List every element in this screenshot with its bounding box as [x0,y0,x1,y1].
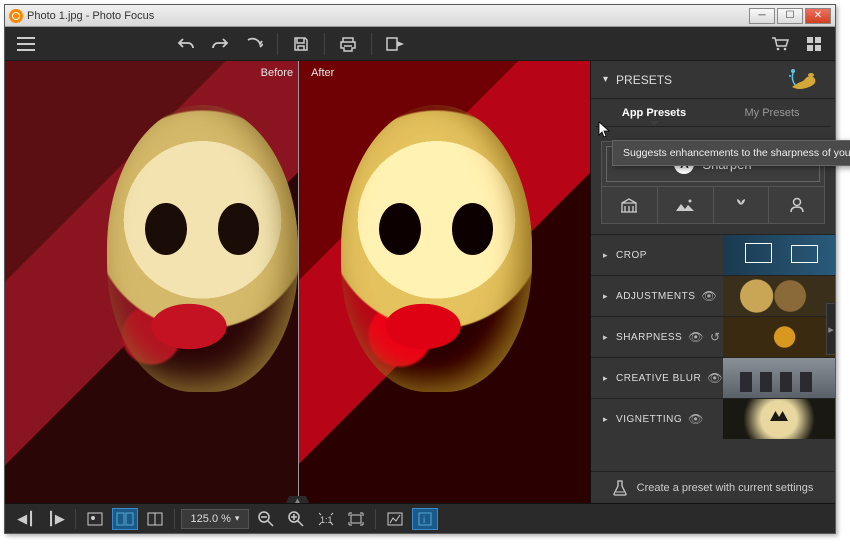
tab-my-presets-label: My Presets [744,107,799,119]
zoom-display[interactable]: 125.0 % ▾ [181,509,249,529]
panel-expand-tab[interactable]: ▸ [826,303,835,355]
eye-icon[interactable]: 👁 [688,330,704,344]
after-label: After [307,65,338,81]
redo-button[interactable] [205,30,235,58]
info-button[interactable]: i [412,508,438,530]
zoom-actual-button[interactable]: 1:1 [313,508,339,530]
main-toolbar [5,27,835,61]
tab-my-presets[interactable]: My Presets [713,99,831,126]
section-sharpness-label: SHARPNESS [616,332,682,343]
preset-cat-portrait[interactable] [769,187,824,223]
canvas-area[interactable]: Before After ▲ [5,61,590,503]
close-button[interactable]: ✕ [805,8,831,24]
before-label: Before [257,65,297,81]
side-panel: ▾ PRESETS App Presets My Presets A Sharp… [590,61,835,503]
preset-cat-macro[interactable] [714,187,770,223]
section-crop-label: CROP [616,250,647,261]
window-title: Photo 1.jpg - Photo Focus [27,10,154,22]
zoom-out-button[interactable] [253,508,279,530]
histogram-button[interactable] [382,508,408,530]
preset-cat-architecture[interactable] [602,187,658,223]
view-compare-button[interactable] [112,508,138,530]
compare-labels: Before After [257,65,339,81]
titlebar: Photo 1.jpg - Photo Focus ─ ☐ ✕ [5,5,835,27]
cart-button[interactable] [765,30,795,58]
view-single-button[interactable] [82,508,108,530]
preset-cat-landscape[interactable] [658,187,714,223]
undo-button[interactable] [171,30,201,58]
save-button[interactable] [286,30,316,58]
tooltip: Suggests enhancements to the sharpness o… [612,140,850,166]
eye-icon[interactable]: 👁 [701,289,717,303]
section-creative-blur-thumb [723,358,835,398]
chevron-down-icon: ▾ [235,513,240,524]
presets-title: PRESETS [616,73,672,87]
section-sharpness-thumb [723,317,835,357]
reset-icon[interactable]: ↺ [710,330,721,344]
panel-notch[interactable]: ▲ [286,496,310,503]
app-icon [9,9,23,23]
svg-text:1:1: 1:1 [320,515,333,525]
svg-text:i: i [423,515,425,526]
create-preset-label: Create a preset with current settings [637,482,814,494]
create-preset-button[interactable]: Create a preset with current settings [591,471,835,503]
section-adjustments-label: ADJUSTMENTS [616,291,695,302]
presets-header[interactable]: ▾ PRESETS [591,61,835,99]
next-image-button[interactable]: ┃▶ [43,508,69,530]
view-split-button[interactable] [142,508,168,530]
grid-view-button[interactable] [799,30,829,58]
section-adjustments-thumb [723,276,835,316]
menu-button[interactable] [11,30,41,58]
section-creative-blur[interactable]: ▸ CREATIVE BLUR 👁 ↺ [591,357,835,398]
chevron-right-icon: ▸ [603,332,608,343]
genie-lamp-icon [787,65,827,95]
print-button[interactable] [333,30,363,58]
tab-app-presets-label: App Presets [622,107,686,119]
flask-icon [613,480,627,496]
tooltip-text: Suggests enhancements to the sharpness o… [623,147,850,159]
prev-image-button[interactable]: ◀┃ [13,508,39,530]
section-creative-blur-label: CREATIVE BLUR [616,373,701,384]
zoom-fit-button[interactable] [343,508,369,530]
zoom-value: 125.0 % [191,513,231,525]
tab-app-presets[interactable]: App Presets [595,99,713,126]
collapse-icon: ▾ [603,74,608,85]
chevron-right-icon: ▸ [603,250,608,261]
chevron-right-icon: ▸ [603,373,608,384]
zoom-in-button[interactable] [283,508,309,530]
export-button[interactable] [380,30,410,58]
after-image [298,61,591,503]
before-image [5,61,298,503]
section-crop[interactable]: ▸ CROP [591,234,835,275]
section-vignetting[interactable]: ▸ VIGNETTING 👁 [591,398,835,439]
eye-icon[interactable]: 👁 [688,412,704,426]
section-crop-thumb [723,235,835,275]
section-sharpness[interactable]: ▸ SHARPNESS 👁 ↺ [591,316,835,357]
redo-forward-button[interactable] [239,30,269,58]
chevron-right-icon: ▸ [603,414,608,425]
compare-divider[interactable] [298,61,299,503]
maximize-button[interactable]: ☐ [777,8,803,24]
section-vignetting-label: VIGNETTING [616,414,682,425]
section-vignetting-thumb [723,399,835,439]
eye-icon[interactable]: 👁 [707,371,723,385]
section-adjustments[interactable]: ▸ ADJUSTMENTS 👁 [591,275,835,316]
chevron-right-icon: ▸ [603,291,608,302]
minimize-button[interactable]: ─ [749,8,775,24]
bottom-bar: ◀┃ ┃▶ 125.0 % ▾ 1:1 i [5,503,835,533]
